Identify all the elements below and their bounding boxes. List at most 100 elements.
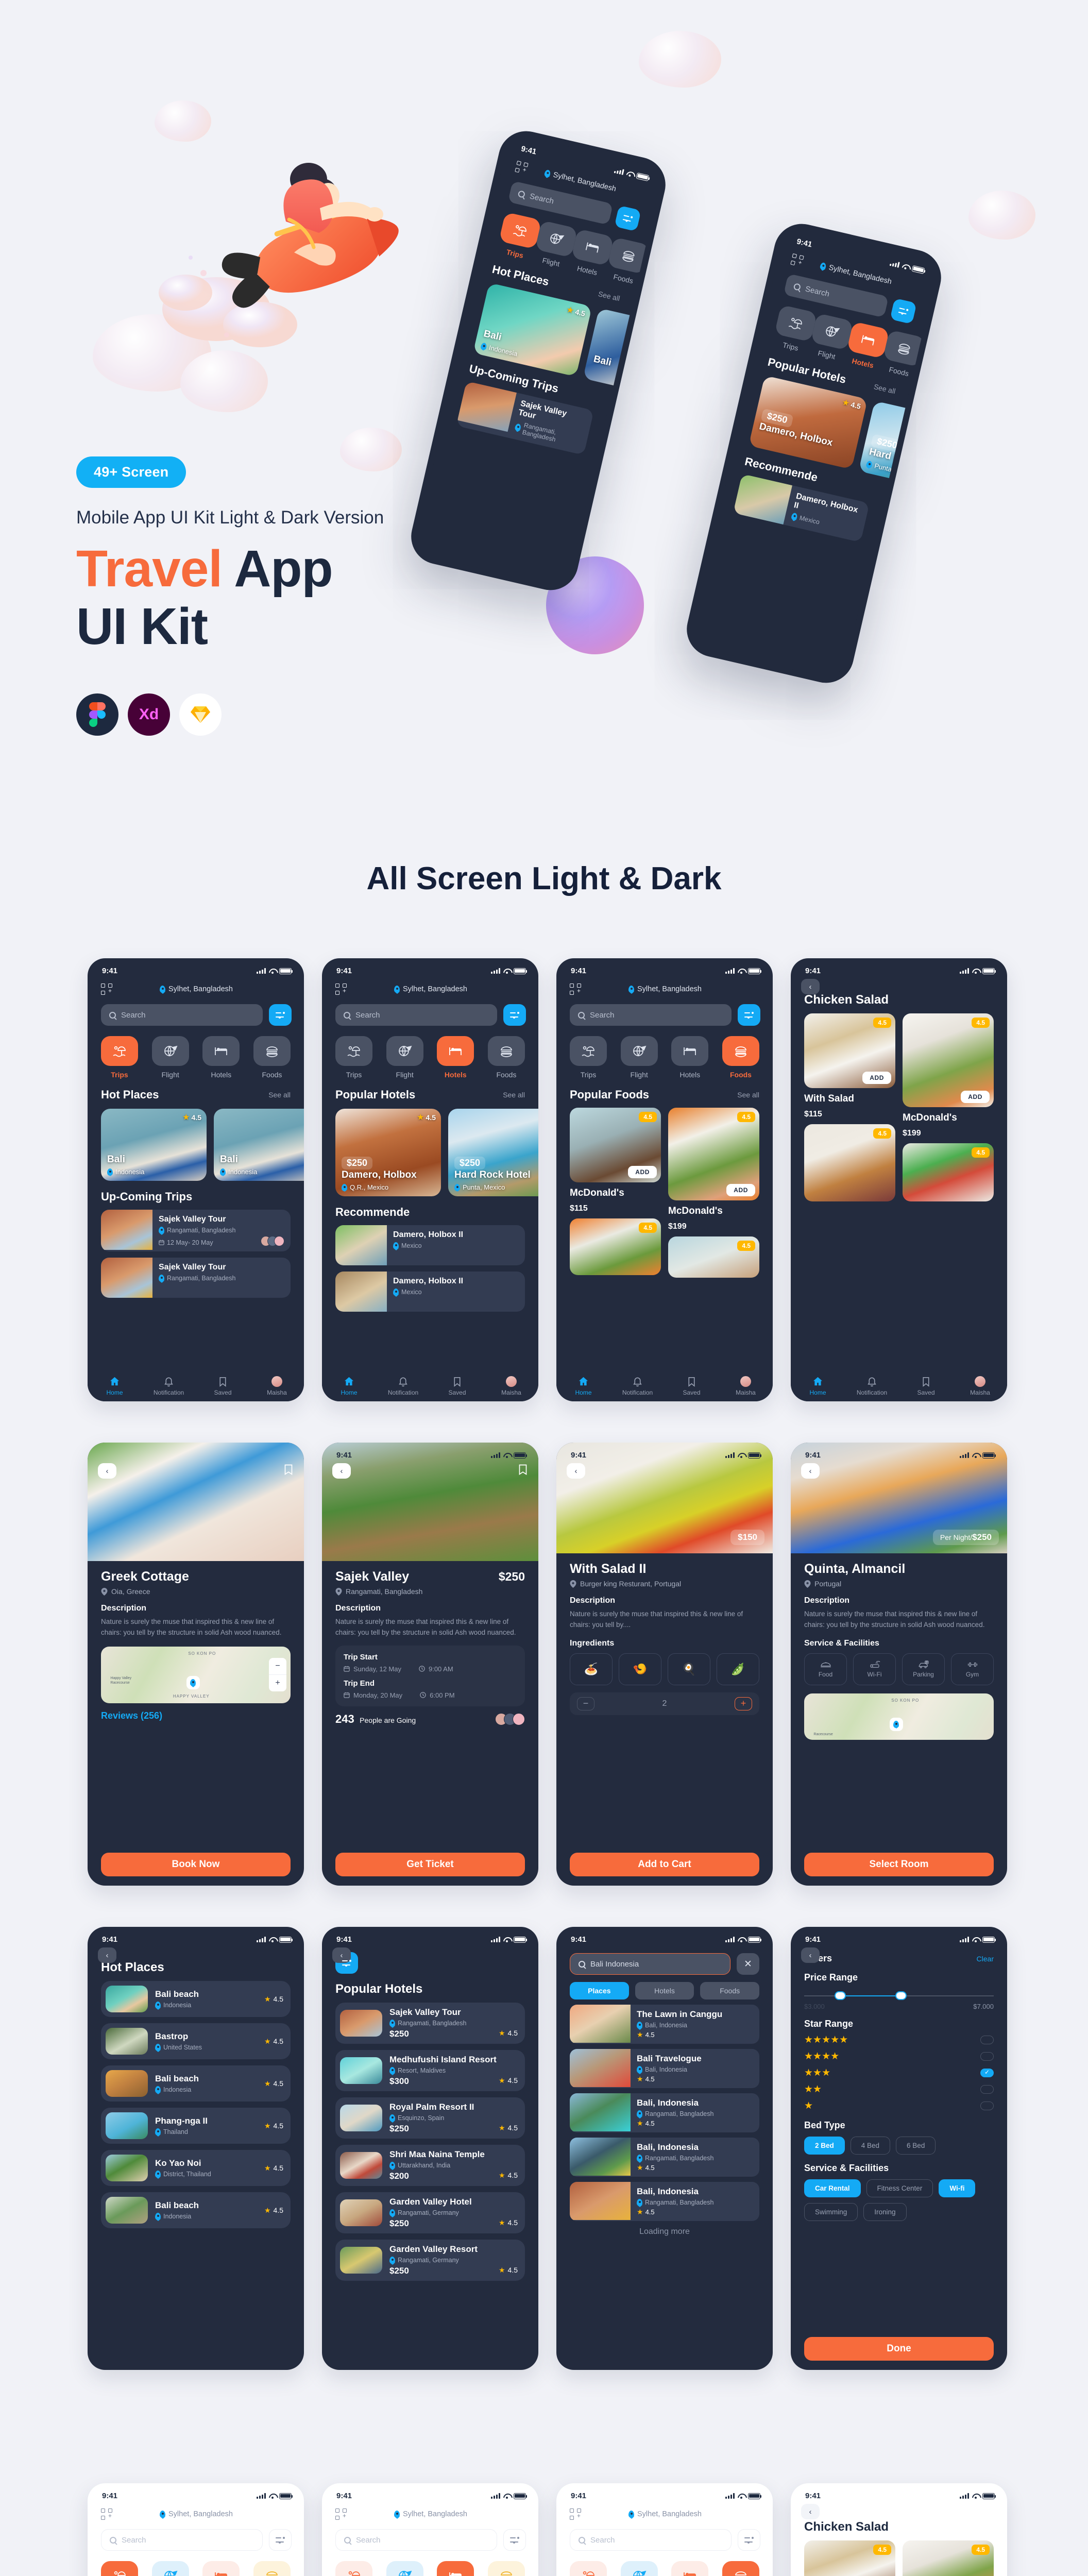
add-button[interactable]: ADD xyxy=(961,1091,990,1103)
food-card[interactable]: 4.5 ADD xyxy=(668,1108,759,1200)
bed-option-2[interactable]: 2 Bed xyxy=(804,2137,845,2155)
category-flight[interactable] xyxy=(151,2561,189,2576)
category-flight[interactable]: Flight xyxy=(386,1036,423,1079)
screen-filters[interactable]: 9:41 ‹ Filters Clear Price Range xyxy=(791,1927,1007,2370)
star-radio[interactable] xyxy=(980,2052,994,2061)
star-radio[interactable] xyxy=(980,2102,994,2110)
category-foods[interactable]: Foods xyxy=(487,1036,525,1079)
list-item[interactable]: Garden Valley Hotel Rangamati, Germany $… xyxy=(335,2192,525,2233)
category-hotels[interactable] xyxy=(671,2561,709,2576)
food-card[interactable]: 4.5 xyxy=(903,2540,994,2576)
nav-notification[interactable]: Notification xyxy=(142,1376,196,1396)
category-foods[interactable]: Foods xyxy=(253,1036,291,1079)
category-hotels[interactable]: Hotels xyxy=(202,1036,240,1079)
see-all-link[interactable]: See all xyxy=(737,1091,759,1099)
list-item[interactable]: Sajek Valley Tour Rangamati, Bangladesh … xyxy=(335,2003,525,2044)
food-card[interactable]: 4.5 ADD xyxy=(804,1013,895,1088)
category-trips[interactable]: Trips xyxy=(570,1036,607,1079)
food-card[interactable]: 4.5 ADD xyxy=(570,1108,661,1182)
category-hotels[interactable]: Hotels xyxy=(437,1036,474,1079)
star-row[interactable]: ★★★★★ xyxy=(791,2029,1007,2046)
filter-button[interactable] xyxy=(269,2529,292,2551)
screen-home-hotels[interactable]: 9:41 + Sylhet, Bangladesh Search Trips F… xyxy=(322,958,538,1401)
category-flight[interactable]: Flight xyxy=(620,1036,658,1079)
back-button[interactable]: ‹ xyxy=(801,2504,820,2519)
list-item[interactable]: Garden Valley Resort Rangamati, Germany … xyxy=(335,2240,525,2281)
category-foods[interactable] xyxy=(487,2561,525,2576)
zoom-in-button[interactable]: + xyxy=(269,1674,286,1691)
star-radio[interactable] xyxy=(980,2085,994,2094)
screen-light-home-trips[interactable]: 9:41 + Sylhet, Bangladesh Search xyxy=(88,2483,304,2576)
screen-light-chicken-salad[interactable]: 9:41 ‹ Chicken Salad 4.5 4.5 xyxy=(791,2483,1007,2576)
trip-row[interactable]: Sajek Valley Tour Rangamati, Bangladesh … xyxy=(101,1210,291,1251)
bookmark-icon[interactable] xyxy=(284,1464,293,1476)
category-foods[interactable] xyxy=(722,2561,759,2576)
food-card[interactable]: 4.5 xyxy=(903,1143,994,1201)
screen-light-home-hotels[interactable]: 9:41 + Sylhet, Bangladesh Search xyxy=(322,2483,538,2576)
done-button[interactable]: Done xyxy=(804,2337,994,2361)
nav-home[interactable]: Home xyxy=(556,1376,610,1396)
screen-search-results[interactable]: 9:41 Bali Indonesia ✕ Places Hotels Food… xyxy=(556,1927,773,2370)
service-wifi[interactable]: Wi-fi xyxy=(939,2179,976,2197)
ingredient-chip[interactable]: 🫛 xyxy=(717,1653,759,1685)
search-input[interactable]: Search xyxy=(570,1004,732,1026)
zoom-out-button[interactable]: − xyxy=(269,1658,286,1674)
list-item[interactable]: Medhufushi Island Resort Resort, Maldive… xyxy=(335,2050,525,2091)
food-card[interactable]: 4.5 ADD xyxy=(903,1013,994,1107)
map-widget[interactable]: SO KON PO Happy Valley Racecourse HAPPY … xyxy=(101,1646,291,1703)
screen-with-salad[interactable]: 9:41 ‹ $150 With Salad II Burger king Re… xyxy=(556,1443,773,1886)
trip-row[interactable]: Sajek Valley Tour Rangamati, Bangladesh xyxy=(101,1258,291,1298)
filter-button[interactable] xyxy=(503,1004,526,1026)
recommend-row[interactable]: Damero, Holbox II Mexico xyxy=(335,1272,525,1312)
nav-profile[interactable]: Maisha xyxy=(719,1376,773,1396)
screen-home-trips[interactable]: 9:41 + Sylhet, Bangladesh Search Trips F… xyxy=(88,958,304,1401)
list-item[interactable]: Shri Maa Naina Temple Uttarakhand, India… xyxy=(335,2145,525,2186)
hotel-card[interactable]: ★ 4.5 $250 Damero, Holbox Q.R., Mexico xyxy=(335,1109,441,1196)
add-button[interactable]: ADD xyxy=(726,1184,755,1196)
hot-place-card[interactable]: ★ 4.5 Bali Indonesia xyxy=(101,1109,207,1181)
star-row[interactable]: ★★★★ xyxy=(791,2046,1007,2062)
screen-chicken-salad[interactable]: 9:41 ‹ Chicken Salad 4.5 ADD With Salad xyxy=(791,958,1007,1401)
grid-add-icon[interactable]: + xyxy=(570,984,581,995)
screen-greek-cottage[interactable]: ‹ Greek Cottage Oia, Greece Description … xyxy=(88,1443,304,1886)
see-all-link[interactable]: See all xyxy=(268,1091,291,1099)
hotel-card[interactable]: $250 Hard Rock Hotel Punta, Mexico xyxy=(448,1109,538,1196)
food-card[interactable]: 4.5 xyxy=(570,1218,661,1275)
get-ticket-button[interactable]: Get Ticket xyxy=(335,1853,525,1876)
decrement-button[interactable]: − xyxy=(577,1697,594,1710)
add-to-cart-button[interactable]: Add to Cart xyxy=(570,1853,759,1876)
category-flight[interactable] xyxy=(386,2561,423,2576)
map-widget[interactable]: SO KON PO Racecourse xyxy=(804,1693,994,1740)
category-trips[interactable]: Trips xyxy=(335,1036,372,1079)
search-input[interactable]: Search xyxy=(101,2529,263,2551)
list-item[interactable]: Bastrop United States ★ 4.5 xyxy=(101,2023,291,2059)
star-radio[interactable] xyxy=(980,2036,994,2044)
service-car-rental[interactable]: Car Rental xyxy=(804,2179,861,2197)
category-trips[interactable] xyxy=(335,2561,372,2576)
facility-parking[interactable]: Parking xyxy=(902,1653,945,1685)
tab-places[interactable]: Places xyxy=(570,1982,629,1999)
grid-add-icon[interactable]: + xyxy=(570,2509,581,2520)
see-all-link[interactable]: See all xyxy=(503,1091,525,1099)
food-card[interactable]: 4.5 xyxy=(804,2540,895,2576)
price-range-slider[interactable] xyxy=(804,1991,994,2001)
slider-knob-max[interactable] xyxy=(895,1991,907,2000)
screen-quinta[interactable]: 9:41 ‹ Per Night/$250 Quinta, Almancil P… xyxy=(791,1443,1007,1886)
grid-add-icon[interactable]: + xyxy=(335,984,347,995)
nav-saved[interactable]: Saved xyxy=(665,1376,719,1396)
nav-saved[interactable]: Saved xyxy=(196,1376,250,1396)
star-row[interactable]: ★ xyxy=(791,2095,1007,2112)
search-input[interactable]: Bali Indonesia xyxy=(570,1953,730,1975)
service-fitness-center[interactable]: Fitness Center xyxy=(866,2179,933,2197)
category-trips[interactable]: Trips xyxy=(101,1036,138,1079)
ingredient-chip[interactable]: 🍝 xyxy=(570,1653,613,1685)
list-item[interactable]: Ko Yao Noi District, Thailand ★ 4.5 xyxy=(101,2150,291,2186)
facility-food[interactable]: Food xyxy=(804,1653,847,1685)
screen-hot-places-list[interactable]: 9:41 ‹ Hot Places Bali beach Indonesia ★… xyxy=(88,1927,304,2370)
bed-option-4[interactable]: 4 Bed xyxy=(850,2137,891,2155)
category-flight[interactable]: Flight xyxy=(151,1036,189,1079)
category-foods[interactable]: Foods xyxy=(722,1036,759,1079)
nav-home[interactable]: Home xyxy=(791,1376,845,1396)
screen-popular-hotels-list[interactable]: 9:41 ‹ Popular Hotels Sajek Valley Tour … xyxy=(322,1927,538,2370)
book-now-button[interactable]: Book Now xyxy=(101,1853,291,1876)
